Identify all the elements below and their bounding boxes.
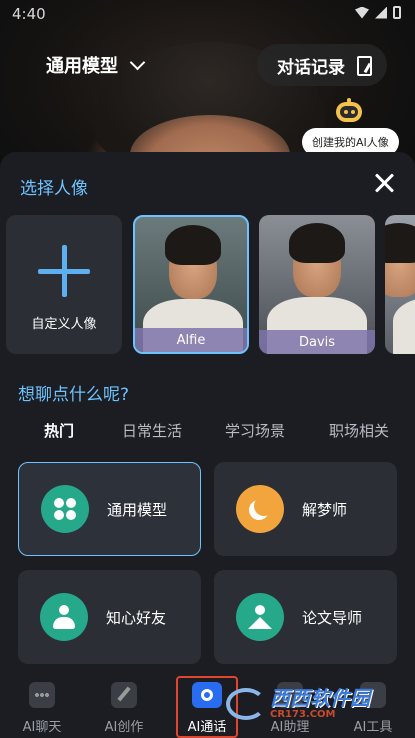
pen-icon [111, 682, 137, 708]
tab-workplace[interactable]: 职场相关 [329, 420, 389, 441]
model-selector[interactable]: 通用模型 [28, 44, 161, 86]
close-icon[interactable] [373, 172, 395, 194]
avatar-hair [165, 225, 221, 265]
history-edit-icon [355, 55, 373, 76]
plus-icon [38, 245, 90, 297]
wifi-icon [355, 6, 369, 19]
moon-icon [236, 485, 284, 533]
tab-daily-life[interactable]: 日常生活 [122, 420, 182, 441]
avatar-name: Davis [259, 330, 375, 354]
status-icons [355, 6, 401, 19]
chevron-down-icon [129, 54, 146, 70]
nav-label: AI聊天 [22, 720, 62, 735]
mentor-glyph [248, 605, 272, 629]
sheet-title: 选择人像 [20, 179, 88, 199]
topic-card-thesis-mentor[interactable]: 论文导师 [214, 570, 397, 664]
avatar-sheet: 选择人像 自定义人像 Alfie Davis 想聊点什么呢? 热门 日常生活 学 [0, 152, 415, 738]
watermark-main: 西西软件园 [270, 686, 370, 710]
friend-glyph [53, 605, 75, 629]
friend-icon [40, 593, 88, 641]
tab-hot[interactable]: 热门 [44, 420, 74, 441]
robot-eye-right [351, 110, 355, 114]
tab-study[interactable]: 学习场景 [225, 420, 285, 441]
robot-eye-left [344, 110, 348, 114]
avatar-body [393, 297, 415, 354]
topic-card-dream-interpreter[interactable]: 解梦师 [214, 462, 397, 556]
history-button-label: 对话记录 [277, 57, 345, 78]
topic-card-label: 论文导师 [302, 608, 363, 627]
watermark-text: 西西软件园 CR173.COM [270, 688, 370, 720]
moon-glyph [254, 496, 274, 516]
robot-icon[interactable] [334, 98, 364, 124]
clover-icon [41, 485, 89, 533]
avatar-hair [289, 223, 345, 263]
model-selector-label: 通用模型 [46, 56, 118, 77]
topic-tabs: 热门 日常生活 学习场景 职场相关 [0, 420, 415, 444]
watermark-sub: CR173.COM [270, 709, 336, 720]
topic-card-general-model[interactable]: 通用模型 [18, 462, 201, 556]
watermark-logo-icon [226, 688, 266, 720]
avatar-card-davis[interactable]: Davis [259, 215, 375, 354]
watermark: 西西软件园 CR173.COM [226, 684, 394, 724]
topic-question: 想聊点什么呢? [18, 385, 130, 405]
topic-card-label: 解梦师 [302, 500, 348, 519]
topic-card-close-friend[interactable]: 知心好友 [18, 570, 201, 664]
topic-card-label: 知心好友 [106, 608, 167, 627]
avatar-carousel[interactable]: 自定义人像 Alfie Davis [6, 215, 415, 355]
battery-icon [393, 6, 401, 19]
custom-avatar-card[interactable]: 自定义人像 [6, 215, 122, 354]
status-time: 4:40 [12, 5, 46, 23]
signal-icon [375, 6, 387, 19]
status-bar: 4:40 [0, 0, 415, 30]
history-button[interactable]: 对话记录 [257, 44, 387, 86]
avatar-hair [385, 223, 415, 263]
nav-ai-chat[interactable]: AI聊天 [7, 682, 77, 735]
robot-face [340, 106, 358, 118]
custom-avatar-label: 自定义人像 [31, 317, 97, 332]
clover-glyph [54, 498, 76, 520]
topic-card-label: 通用模型 [107, 500, 168, 519]
avatar-card-partial[interactable] [385, 215, 415, 354]
mentor-icon [236, 593, 284, 641]
nav-label: AI创作 [104, 720, 144, 735]
chat-dots-icon [29, 682, 55, 708]
avatar-card-alfie[interactable]: Alfie [133, 215, 249, 354]
avatar-name: Alfie [135, 328, 247, 352]
nav-ai-create[interactable]: AI创作 [89, 682, 159, 735]
